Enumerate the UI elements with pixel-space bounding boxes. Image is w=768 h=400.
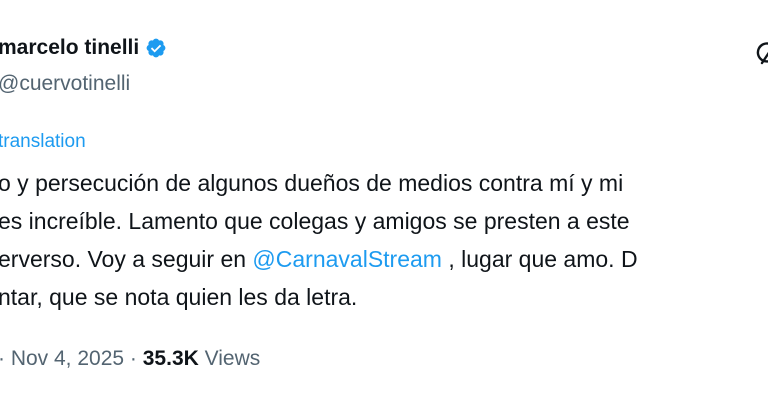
tweet-meta: · Nov 4, 2025 · 35.3K Views	[0, 347, 260, 371]
meta-separator: ·	[0, 347, 11, 370]
tweet-date[interactable]: Nov 4, 2025	[11, 347, 124, 370]
verified-badge-icon	[146, 38, 166, 58]
author-name-row[interactable]: marcelo tinelli	[0, 36, 167, 60]
author-display-name[interactable]: marcelo tinelli	[0, 36, 139, 60]
mention-link[interactable]: @CarnavalStream	[252, 246, 442, 272]
translation-link[interactable]: translation	[0, 131, 86, 153]
views-label: Views	[198, 347, 261, 370]
tweet-text: o y persecución de algunos dueños de med…	[0, 164, 638, 316]
tweet-text-line: o y persecución de algunos dueños de med…	[0, 170, 624, 196]
tweet-text-segment: erverso. Voy a seguir en	[0, 246, 253, 272]
meta-separator: ·	[124, 347, 143, 370]
views-count[interactable]: 35.3K	[143, 347, 199, 370]
author-handle[interactable]: @cuervotinelli	[0, 72, 130, 96]
tweet-text-line: ntar, que se nota quien les da letra.	[0, 284, 358, 310]
tweet-text-segment: , lugar que amo. D	[441, 246, 638, 272]
tweet-card: marcelo tinelli @cuervotinelli translati…	[0, 0, 768, 400]
grok-icon[interactable]	[752, 38, 768, 68]
tweet-text-line: es increíble. Lamento que colegas y amig…	[0, 208, 630, 234]
tweet-text-line: erverso. Voy a seguir en @CarnavalStream…	[0, 240, 638, 278]
